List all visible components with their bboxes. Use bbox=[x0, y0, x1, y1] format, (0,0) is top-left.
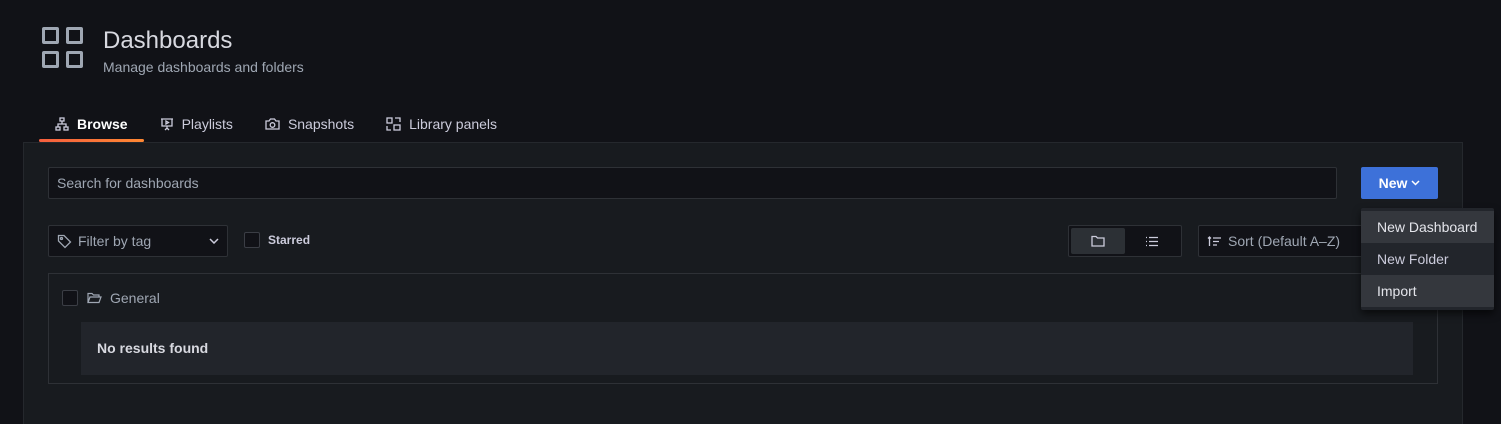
tab-label: Playlists bbox=[181, 116, 233, 132]
menu-item-new-folder[interactable]: New Folder bbox=[1361, 243, 1494, 275]
page-title: Dashboards bbox=[103, 27, 233, 54]
folder-name: General bbox=[110, 290, 160, 306]
library-panel-icon bbox=[386, 117, 401, 131]
chevron-down-icon bbox=[1411, 180, 1420, 186]
tab-bar: Browse Playlists Snapshots Library panel… bbox=[39, 106, 513, 142]
tag-icon bbox=[57, 234, 72, 248]
tab-label: Snapshots bbox=[287, 116, 355, 132]
folder-open-icon bbox=[87, 292, 102, 304]
tab-snapshots[interactable]: Snapshots bbox=[249, 106, 370, 142]
list-icon bbox=[1146, 236, 1158, 246]
apps-grid-icon bbox=[42, 27, 84, 69]
tab-browse[interactable]: Browse bbox=[39, 106, 144, 142]
presentation-play-icon bbox=[160, 118, 173, 131]
folder-icon bbox=[1091, 235, 1105, 247]
folder-checkbox[interactable] bbox=[62, 290, 78, 306]
tab-label: Browse bbox=[77, 116, 128, 132]
sort-select[interactable]: Sort (Default A–Z) bbox=[1198, 225, 1368, 257]
tab-library-panels[interactable]: Library panels bbox=[370, 106, 513, 142]
sort-amount-icon bbox=[1207, 235, 1221, 246]
new-button[interactable]: New bbox=[1361, 167, 1438, 199]
tab-label: Library panels bbox=[409, 116, 498, 132]
search-results: General No results found bbox=[48, 273, 1438, 384]
starred-checkbox[interactable] bbox=[244, 232, 260, 248]
new-button-label: New bbox=[1378, 175, 1408, 191]
tag-filter-select[interactable]: Filter by tag bbox=[48, 225, 228, 257]
tag-filter-placeholder: Filter by tag bbox=[78, 233, 152, 249]
camera-icon bbox=[265, 118, 280, 130]
empty-results-message: No results found bbox=[81, 322, 1413, 375]
menu-item-new-dashboard[interactable]: New Dashboard bbox=[1361, 211, 1494, 243]
new-menu: New Dashboard New Folder Import bbox=[1361, 208, 1494, 310]
menu-item-import[interactable]: Import bbox=[1361, 275, 1494, 307]
starred-label: Starred bbox=[268, 233, 311, 247]
tab-playlists[interactable]: Playlists bbox=[144, 106, 249, 142]
page-header: Dashboards Manage dashboards and folders bbox=[42, 27, 304, 75]
chevron-down-icon bbox=[209, 238, 219, 244]
search-input[interactable]: Search for dashboards bbox=[48, 167, 1337, 199]
folder-view-button[interactable] bbox=[1071, 228, 1125, 254]
view-mode-toggle bbox=[1068, 225, 1182, 257]
starred-filter[interactable]: Starred bbox=[244, 232, 310, 248]
folder-section-general[interactable]: General bbox=[62, 290, 160, 306]
sort-label: Sort (Default A–Z) bbox=[1228, 233, 1341, 249]
page-subtitle: Manage dashboards and folders bbox=[103, 59, 304, 75]
list-view-button[interactable] bbox=[1125, 228, 1179, 254]
sitemap-icon bbox=[55, 117, 69, 131]
